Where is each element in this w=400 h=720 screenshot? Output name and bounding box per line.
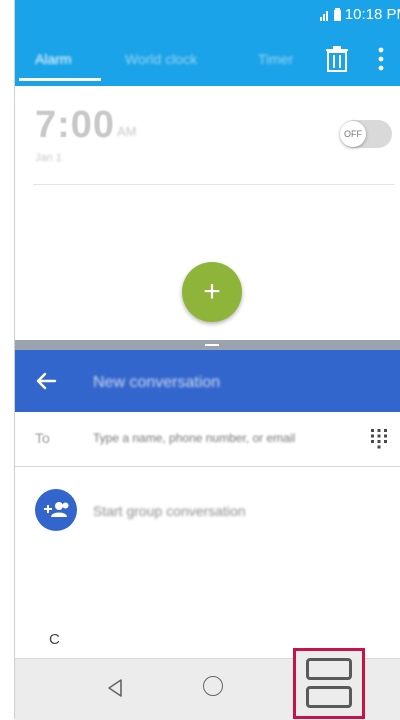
dialpad-icon[interactable] [369,428,389,450]
split-grip-handle[interactable] [205,344,219,346]
phone-screen: 10:18 PM Alarm World clock Timer 7:00 AM… [14,0,400,720]
alarm-time[interactable]: 7:00 [35,104,115,147]
signal-icon [319,10,328,21]
status-time: 10:18 PM [344,6,400,23]
split-window-top-icon [306,658,352,680]
alarm-toggle[interactable]: OFF [340,120,392,148]
more-vert-icon[interactable] [377,46,385,72]
messaging-title: New conversation [93,374,221,391]
trash-icon[interactable] [325,46,349,72]
clock-app-bar: Alarm World clock Timer [15,28,400,86]
alarm-date: Jan 1 [35,152,62,164]
to-label: To [35,430,50,446]
tab-timer[interactable]: Timer [258,51,293,67]
group-add-icon [44,502,69,517]
battery-icon [333,8,341,21]
back-arrow-icon[interactable] [33,368,59,394]
contact-index-letter: C [49,631,60,648]
split-window-bottom-icon [306,686,352,708]
toggle-knob: OFF [340,121,366,147]
start-group-conversation[interactable]: Start group conversation [93,503,246,519]
status-icons: 10:18 PM [319,6,400,23]
tab-alarm[interactable]: Alarm [35,51,72,67]
status-bar: 10:18 PM [15,0,400,28]
dual-window-button-highlight[interactable] [293,648,365,719]
nav-home-icon[interactable] [203,676,223,696]
alarm-ampm: AM [117,124,137,139]
plus-icon: + [203,275,221,308]
active-tab-indicator [19,78,101,81]
alarm-divider [33,184,395,185]
add-alarm-button[interactable]: + [182,262,242,322]
tab-world-clock[interactable]: World clock [125,51,197,67]
recipient-input[interactable] [93,431,363,445]
nav-back-icon[interactable] [103,676,127,700]
group-add-avatar[interactable] [35,489,77,531]
